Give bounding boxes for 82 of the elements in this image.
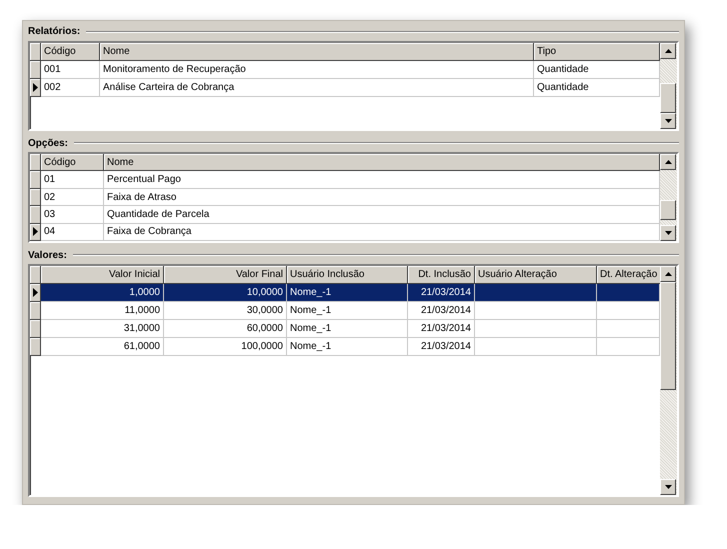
column-header[interactable]: Nome: [104, 154, 660, 172]
table-cell: [597, 284, 660, 302]
table-cell: 100,0000: [164, 338, 287, 356]
column-header[interactable]: Usuário Inclusão: [287, 266, 408, 284]
scroll-thumb[interactable]: [660, 83, 676, 114]
table-cell: Nome_-1: [287, 320, 408, 338]
table-cell: 21/03/2014: [408, 284, 475, 302]
header-corner: [30, 154, 41, 172]
scroll-down-arrow-icon: [664, 231, 672, 236]
row-indicator[interactable]: [30, 302, 41, 320]
table-cell: 21/03/2014: [408, 320, 475, 338]
scroll-down-button[interactable]: [660, 225, 676, 242]
header-corner: [30, 266, 41, 284]
column-header[interactable]: Tipo: [534, 42, 660, 61]
row-indicator[interactable]: [30, 224, 41, 242]
current-row-arrow-icon: [32, 288, 38, 297]
scroll-up-arrow-icon: [664, 272, 672, 276]
section-title: Relatórios:: [28, 26, 80, 38]
table-cell: 10,0000: [164, 284, 287, 302]
table-cell: 30,0000: [164, 302, 287, 320]
column-header[interactable]: Código: [41, 42, 100, 61]
table-cell: [597, 338, 660, 356]
column-header[interactable]: Dt. Inclusão: [408, 266, 475, 284]
table-cell: 03: [41, 206, 104, 224]
table-cell: 21/03/2014: [408, 338, 475, 356]
table-cell: Quantidade: [534, 60, 660, 79]
section-title: Opções:: [28, 138, 68, 149]
row-indicator[interactable]: [30, 206, 41, 224]
column-header[interactable]: Usuário Alteração: [475, 266, 597, 284]
table-cell: Percentual Pago: [104, 171, 660, 189]
table-cell: 001: [41, 60, 100, 79]
row-indicator[interactable]: [30, 338, 41, 356]
scroll-down-arrow-icon: [664, 485, 672, 490]
table-cell: 02: [41, 188, 104, 206]
scrollbar[interactable]: [660, 154, 677, 242]
scroll-down-button[interactable]: [660, 479, 676, 496]
current-row-arrow-icon: [32, 227, 38, 236]
row-indicator[interactable]: [30, 284, 41, 302]
row-indicator[interactable]: [30, 78, 41, 97]
row-indicator[interactable]: [30, 188, 41, 206]
table-cell: Nome_-1: [287, 284, 408, 302]
column-header[interactable]: Valor Final: [164, 266, 287, 284]
column-header[interactable]: Código: [41, 154, 104, 172]
scroll-up-arrow-icon: [664, 48, 672, 53]
table-cell: Monitoramento de Recuperação: [100, 60, 534, 79]
table-cell: Quantidade de Parcela: [104, 206, 660, 224]
column-header[interactable]: Nome: [100, 42, 534, 61]
header-corner: [30, 42, 41, 61]
table-cell: 60,0000: [164, 320, 287, 338]
section-title: Valores:: [28, 250, 67, 260]
table-cell: Análise Carteira de Cobrança: [100, 78, 534, 97]
current-row-arrow-icon: [32, 82, 38, 92]
table-cell: 61,0000: [41, 338, 164, 356]
scroll-up-arrow-icon: [664, 160, 672, 164]
column-header[interactable]: Dt. Alteração: [597, 266, 660, 284]
row-indicator[interactable]: [30, 171, 41, 189]
table-cell: 31,0000: [41, 320, 164, 338]
table-cell: Faixa de Cobrança: [104, 224, 660, 242]
table-cell: [597, 320, 660, 338]
scroll-up-button[interactable]: [660, 266, 676, 282]
scrollbar[interactable]: [660, 266, 677, 496]
row-indicator[interactable]: [30, 60, 41, 79]
scroll-up-button[interactable]: [660, 42, 676, 59]
scroll-thumb[interactable]: [660, 282, 676, 390]
table-cell: Quantidade: [534, 78, 660, 97]
table-cell: Nome_-1: [287, 338, 408, 356]
table-cell: 002: [41, 78, 100, 97]
row-indicator[interactable]: [30, 320, 41, 338]
table-cell: Nome_-1: [287, 302, 408, 320]
table-cell: 04: [41, 224, 104, 242]
table-cell: 01: [41, 171, 104, 189]
scroll-thumb[interactable]: [660, 200, 676, 220]
column-header[interactable]: Valor Inicial: [41, 266, 164, 284]
scroll-down-arrow-icon: [664, 119, 672, 124]
table-cell: [597, 302, 660, 320]
scroll-up-button[interactable]: [660, 154, 676, 170]
scrollbar[interactable]: [660, 42, 677, 130]
scroll-down-button[interactable]: [660, 113, 676, 130]
table-cell: 1,0000: [41, 284, 164, 302]
table-cell: Faixa de Atraso: [104, 188, 660, 206]
table-cell: 21/03/2014: [408, 302, 475, 320]
table-cell: 11,0000: [41, 302, 164, 320]
